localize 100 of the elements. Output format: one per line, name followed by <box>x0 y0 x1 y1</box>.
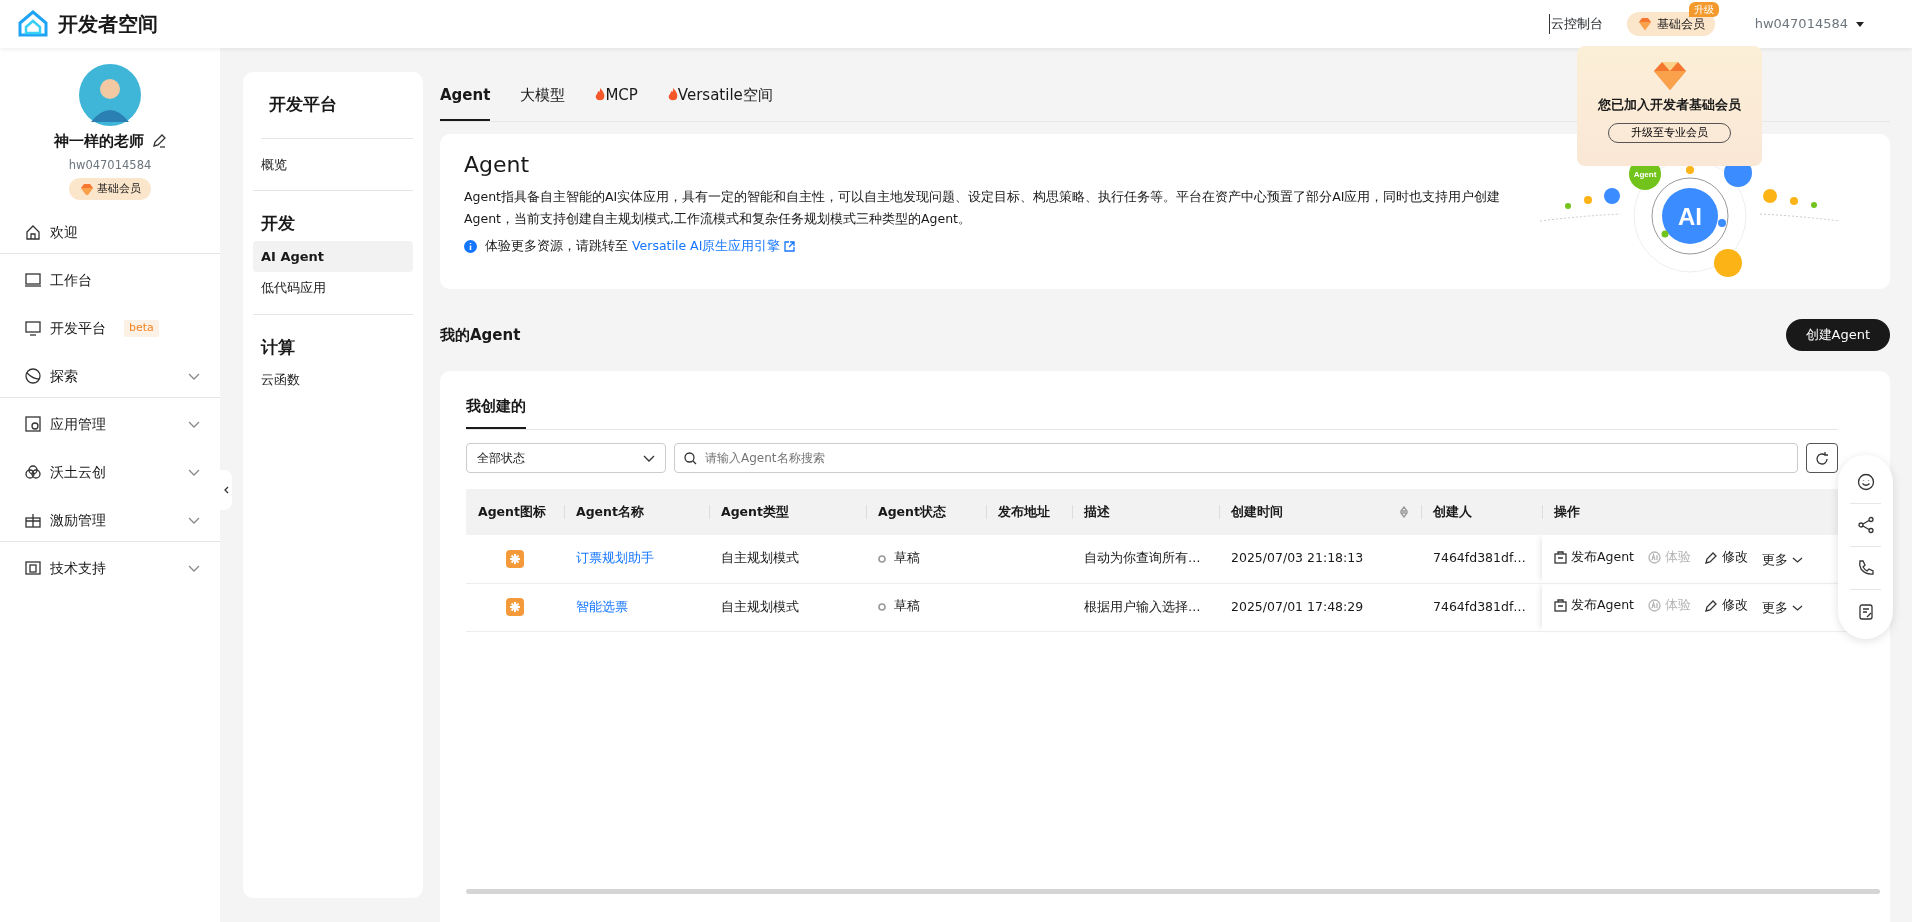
collapse-handle[interactable] <box>220 470 232 510</box>
agent-icon <box>506 598 524 617</box>
section-title: 我的Agent <box>440 324 521 346</box>
edit-icon[interactable] <box>152 134 166 149</box>
search-field[interactable]: 请输入Agent名称搜索 <box>674 443 1798 473</box>
resource-link[interactable]: Versatile AI原生应用引擎 <box>632 237 796 253</box>
logo-text: 开发者空间 <box>58 11 158 38</box>
action-link[interactable]: 发布Agent <box>1554 596 1634 615</box>
table-cell: 根据用户输入选择… <box>1072 583 1219 631</box>
chevron-icon <box>188 468 200 476</box>
tab[interactable]: Versatile空间 <box>667 72 773 121</box>
status-dot-icon <box>878 602 886 611</box>
agent-name-link[interactable]: 智能选票 <box>576 598 628 614</box>
table-cell: 2025/07/03 21:18:13 <box>1219 535 1421 583</box>
refresh-icon <box>1815 451 1829 466</box>
feedback-icon[interactable] <box>1856 473 1875 491</box>
member-label: 基础会员 <box>1656 15 1705 33</box>
action-icon <box>1554 550 1567 564</box>
action-link[interactable]: 更多 <box>1762 599 1803 618</box>
sidebar-item[interactable]: 应用管理 <box>0 402 220 447</box>
intro-description: Agent指具备自主智能的AI实体应用，具有一定的智能和自主性，可以自主地发现问题、设定目标、构思策略、执行任务等。平台在资产中心预置了部分AI应用，同时也支持用户创建Agent，当前支持创建自主规划模式,工作流模式和复杂任务规划模式三种类型的Agent。 <box>464 188 1502 228</box>
sidebar-item[interactable]: 工作台 <box>0 258 220 303</box>
search-icon <box>684 452 697 465</box>
popup-title: 您已加入开发者基础会员 <box>1597 96 1742 114</box>
column-header: 描述 <box>1072 489 1219 535</box>
action-link[interactable]: 发布Agent <box>1554 547 1634 567</box>
create-agent-button[interactable]: 创建Agent <box>1785 319 1890 351</box>
column-header: Agent名称 <box>564 489 709 535</box>
table-cell: 2025/07/01 17:48:29 <box>1219 583 1421 631</box>
username[interactable]: hw047014584 <box>1754 14 1848 34</box>
action-icon <box>1648 599 1661 613</box>
action-link[interactable]: 修改 <box>1705 596 1748 615</box>
avatar <box>79 64 141 126</box>
chevron-icon <box>188 564 200 572</box>
column-header: Agent状态 <box>866 489 986 535</box>
phone-icon[interactable] <box>1856 559 1875 577</box>
share-icon[interactable] <box>1856 516 1875 534</box>
section-heading: 计算 <box>259 335 296 359</box>
flame-icon <box>595 88 606 101</box>
sidebar-item[interactable]: 欢迎 <box>0 210 220 255</box>
upgrade-tag: 升级 <box>1688 1 1719 17</box>
column-header: 发布地址 <box>986 489 1072 535</box>
chevron-icon <box>1792 605 1803 612</box>
chevron-icon <box>1792 557 1803 564</box>
subnav-title: 开发平台 <box>261 72 413 139</box>
table-cell: 自主规划模式 <box>709 583 866 631</box>
column-header: 创建时间 <box>1219 489 1421 535</box>
status-label: 草稿 <box>878 549 920 568</box>
section-heading: 开发 <box>260 212 296 235</box>
table-cell: 自动为你查询所有… <box>1072 535 1219 583</box>
chevron-icon <box>188 516 200 524</box>
table-cell: 7464fd381df… <box>1421 583 1542 631</box>
intro-title: Agent <box>464 152 530 179</box>
agent-name-link[interactable]: 订票规划助手 <box>576 550 654 566</box>
logo-icon <box>16 9 50 39</box>
sort-icon[interactable] <box>1399 505 1409 518</box>
sidebar-item[interactable]: 技术支持 <box>0 546 220 591</box>
sidebar-item[interactable]: 开发平台 beta <box>0 306 220 351</box>
external-link-icon <box>784 240 796 252</box>
column-header: 创建人 <box>1421 489 1542 535</box>
action-icon <box>1648 550 1661 564</box>
table-cell: 自主规划模式 <box>709 535 866 583</box>
status-dot-icon <box>878 554 886 563</box>
subnav-item[interactable]: 云函数 <box>253 364 413 396</box>
agent-label: Agent <box>1633 170 1657 179</box>
tab[interactable]: 大模型 <box>520 72 566 121</box>
chevron-icon <box>643 454 655 462</box>
note-icon[interactable] <box>1856 602 1875 621</box>
column-header: Agent类型 <box>709 489 866 535</box>
info-icon <box>464 239 477 253</box>
agent-icon <box>506 549 524 568</box>
tab[interactable]: Agent <box>440 72 491 121</box>
sidebar-item[interactable]: 探索 <box>0 354 220 399</box>
member-label: 基础会员 <box>97 180 141 197</box>
tab[interactable]: MCP <box>595 72 638 121</box>
chevron-icon <box>223 486 229 494</box>
caret-icon[interactable] <box>1856 21 1864 27</box>
sidebar-item[interactable]: 激励管理 <box>0 498 220 543</box>
profile-name: 神一样的老师 <box>54 131 144 152</box>
tip-text: 体验更多资源，请跳转至 Versatile AI原生应用引擎 <box>485 236 796 256</box>
subnav-item[interactable]: 概览 <box>253 148 413 180</box>
status-select[interactable]: 全部状态 <box>466 443 666 473</box>
tab[interactable]: 我创建的 <box>466 386 526 429</box>
user-id: hw047014584 <box>68 156 152 174</box>
refresh-button[interactable] <box>1806 443 1838 473</box>
action-link[interactable]: 修改 <box>1705 547 1748 567</box>
status-label: 草稿 <box>878 597 920 617</box>
table-cell: 7464fd381df… <box>1421 535 1542 583</box>
action-icon <box>1705 550 1718 564</box>
ai-label: AI <box>1678 203 1702 230</box>
scrollbar[interactable] <box>466 889 1880 894</box>
sidebar-item[interactable]: 沃土云创 <box>0 450 220 495</box>
subnav-item[interactable]: 低代码应用 <box>253 272 413 304</box>
console-link[interactable]: 云控制台 <box>1548 14 1603 34</box>
subnav-item[interactable]: AI Agent <box>253 240 413 272</box>
diamond-icon <box>1636 16 1653 31</box>
chevron-icon <box>188 420 200 428</box>
action-icon <box>1554 599 1567 613</box>
flame-icon <box>667 88 678 101</box>
action-link[interactable]: 更多 <box>1762 550 1803 570</box>
